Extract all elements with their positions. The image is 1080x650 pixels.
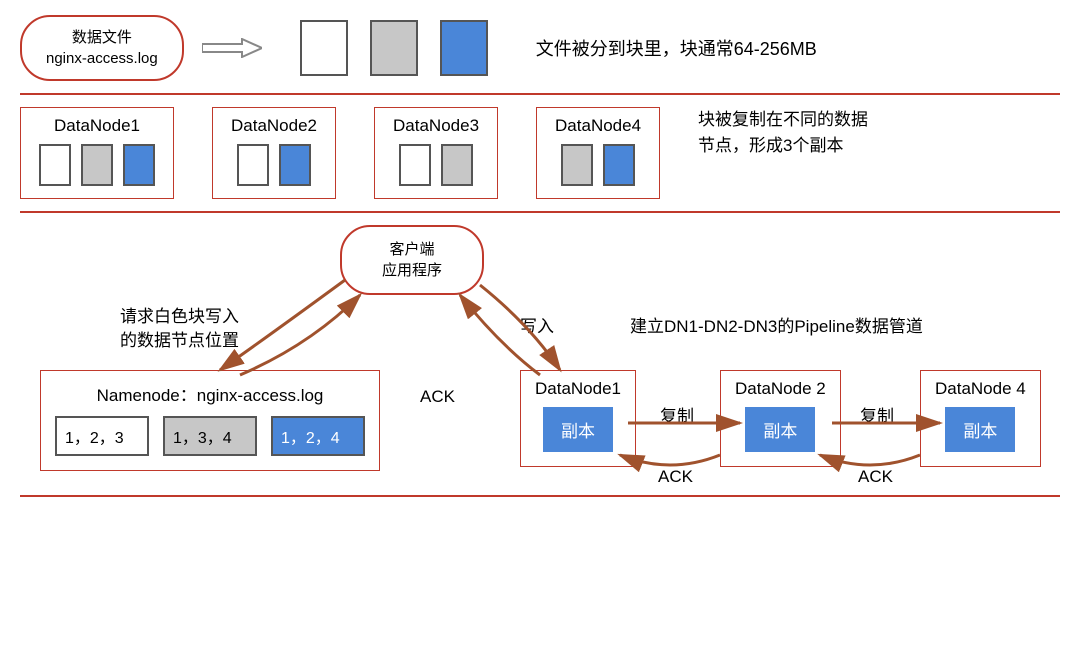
datanode-3: DataNode3 [374,107,498,199]
block-blue [440,20,488,76]
namenode-title: Namenode：nginx-access.log [55,381,365,406]
block-blue [123,144,155,186]
block-blue [603,144,635,186]
pipeline-dn-title: DataNode 2 [735,379,826,399]
pipeline-dn-1: DataNode1 副本 [520,370,636,467]
divider-3 [20,495,1060,497]
block-grey [81,144,113,186]
datanode-4: DataNode4 [536,107,660,199]
file-label: 数据文件 [46,27,158,48]
block-white [399,144,431,186]
ack-label-1: ACK [658,465,693,489]
write-label: 写入 [520,315,554,339]
copy-label-1: 复制 [660,405,694,429]
section-file-split: 数据文件 nginx-access.log 文件被分到块里，块通常64-256M… [20,15,1060,81]
datanode-2: DataNode2 [212,107,336,199]
block-grey [370,20,418,76]
section-pipeline: 客户端 应用程序 请求白色块写入 的数据节点位置 写入 建立DN1-DN2-DN… [20,225,1060,495]
split-blocks [300,20,488,76]
block-grey [561,144,593,186]
client-bubble: 客户端 应用程序 [340,225,484,295]
request-text-line1: 请求白色块写入 [120,305,239,329]
pipeline-dn-2: DataNode 2 副本 [720,370,841,467]
namenode-block-white: 1，2，3 [55,416,149,456]
replication-caption: 块被复制在不同的数据节点，形成3个副本 [698,107,868,158]
block-white [237,144,269,186]
ack-label-2: ACK [858,465,893,489]
datanode-title: DataNode3 [393,116,479,136]
pipeline-dn-title: DataNode 4 [935,379,1026,399]
namenode: Namenode：nginx-access.log 1，2，3 1，3，4 1，… [40,370,380,471]
section-replication: DataNode1 DataNode2 DataNode3 DataNode4 … [20,107,1060,199]
copy-label-2: 复制 [860,405,894,429]
block-grey [441,144,473,186]
divider-1 [20,93,1060,95]
pipeline-caption: 建立DN1-DN2-DN3的Pipeline数据管道 [630,315,923,339]
replica-label: 副本 [745,407,815,452]
block-blue [279,144,311,186]
split-caption: 文件被分到块里，块通常64-256MB [536,35,1060,61]
client-label-2: 应用程序 [382,260,442,281]
request-text-line2: 的数据节点位置 [120,329,239,353]
file-name: nginx-access.log [46,48,158,69]
arrow-right-icon [202,38,262,58]
datanode-title: DataNode2 [231,116,317,136]
ack-label-client: ACK [420,385,455,409]
replica-label: 副本 [945,407,1015,452]
pipeline-dn-title: DataNode1 [535,379,621,399]
request-text: 请求白色块写入 的数据节点位置 [120,305,239,353]
pipeline-dn-3: DataNode 4 副本 [920,370,1041,467]
datanode-1: DataNode1 [20,107,174,199]
block-white [300,20,348,76]
client-label-1: 客户端 [382,239,442,260]
datanode-title: DataNode4 [555,116,641,136]
replica-label: 副本 [543,407,613,452]
divider-2 [20,211,1060,213]
file-bubble: 数据文件 nginx-access.log [20,15,184,81]
datanode-title: DataNode1 [39,116,155,136]
namenode-block-blue: 1，2，4 [271,416,365,456]
block-white [39,144,71,186]
namenode-block-grey: 1，3，4 [163,416,257,456]
